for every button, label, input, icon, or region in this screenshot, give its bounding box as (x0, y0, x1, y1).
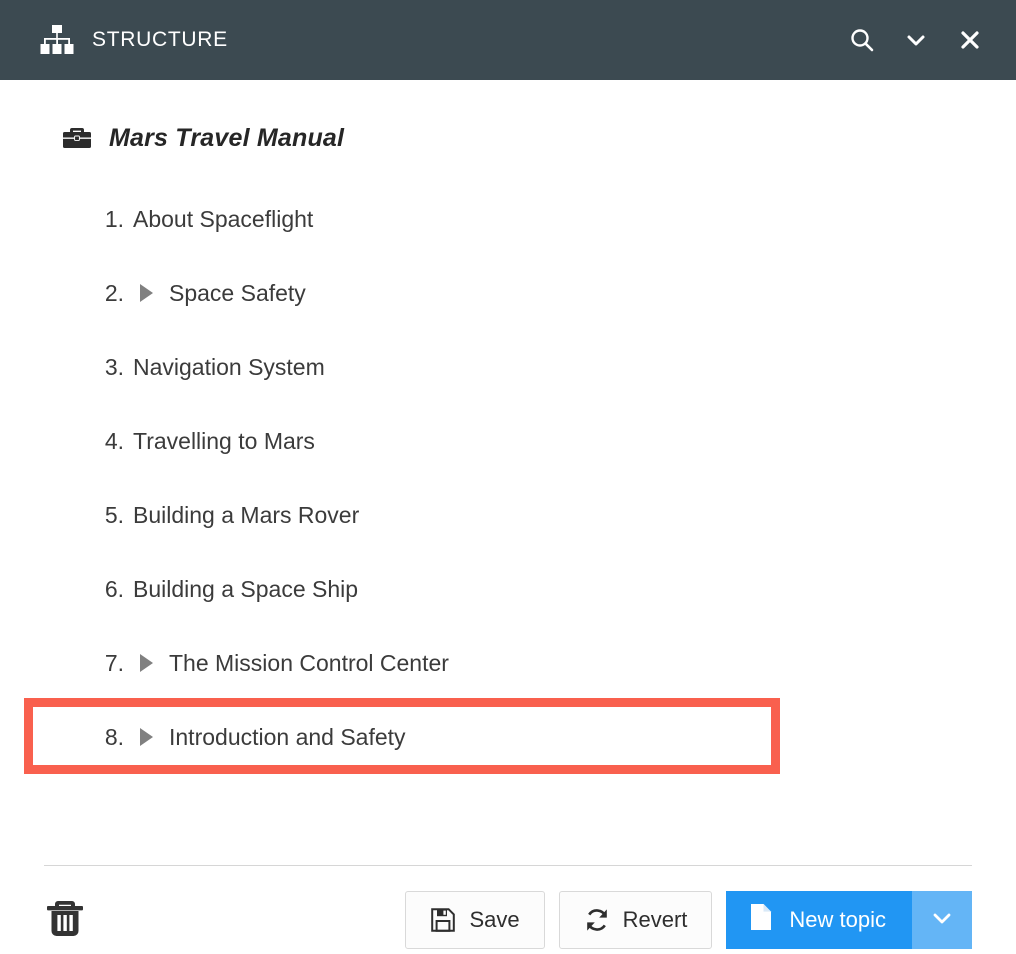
new-topic-button[interactable]: New topic (726, 891, 912, 949)
new-topic-group: New topic (726, 891, 972, 949)
structure-panel: Mars Travel Manual 1. About Spaceflight … (0, 80, 1016, 774)
topic-number: 8. (92, 724, 124, 751)
topic-label: Travelling to Mars (133, 428, 315, 455)
topic-number: 5. (92, 502, 124, 529)
topic-row-3[interactable]: 3. Navigation System (0, 330, 1016, 404)
floppy-disk-icon (430, 907, 456, 933)
refresh-icon (584, 907, 610, 933)
topic-row-4[interactable]: 4. Travelling to Mars (0, 404, 1016, 478)
topic-row-1[interactable]: 1. About Spaceflight (0, 182, 1016, 256)
topic-number: 4. (92, 428, 124, 455)
revert-button[interactable]: Revert (559, 891, 713, 949)
bottom-toolbar: Save Revert (0, 886, 1016, 954)
document-title-row: Mars Travel Manual (0, 80, 1016, 160)
topic-label: Space Safety (169, 280, 306, 307)
header-brand: STRUCTURE (40, 25, 228, 55)
topic-number: 1. (92, 206, 124, 233)
topic-number: 6. (92, 576, 124, 603)
new-topic-dropdown-button[interactable] (912, 891, 972, 949)
topic-row-2[interactable]: 2. Space Safety (0, 256, 1016, 330)
topic-label: Introduction and Safety (169, 724, 406, 751)
expand-triangle-icon[interactable] (132, 728, 160, 746)
topic-row-5[interactable]: 5. Building a Mars Rover (0, 478, 1016, 552)
topic-number: 7. (92, 650, 124, 677)
topic-label: Building a Mars Rover (133, 502, 359, 529)
toolbar-divider (44, 865, 972, 866)
toolbar-actions: Save Revert (405, 891, 972, 949)
new-topic-button-label: New topic (789, 907, 886, 933)
save-button[interactable]: Save (405, 891, 544, 949)
expand-triangle-icon[interactable] (132, 284, 160, 302)
page-title: Mars Travel Manual (109, 124, 344, 153)
topic-row-8[interactable]: 8. Introduction and Safety (0, 700, 1016, 774)
briefcase-icon (62, 125, 92, 151)
app-header: STRUCTURE (0, 0, 1016, 80)
sitemap-icon (40, 25, 74, 55)
topic-list: 1. About Spaceflight 2. Space Safety 3. … (0, 182, 1016, 774)
topic-row-7-selected[interactable]: 7. The Mission Control Center (0, 626, 1016, 700)
close-icon[interactable] (954, 24, 986, 56)
topic-number: 3. (92, 354, 124, 381)
save-button-label: Save (469, 907, 519, 933)
expand-triangle-icon[interactable] (132, 654, 160, 672)
topic-label: The Mission Control Center (169, 650, 449, 677)
topic-label: About Spaceflight (133, 206, 313, 233)
topic-label: Building a Space Ship (133, 576, 358, 603)
topic-label: Navigation System (133, 354, 325, 381)
delete-button[interactable] (44, 896, 88, 944)
chevron-down-icon (930, 906, 954, 935)
topic-row-6[interactable]: 6. Building a Space Ship (0, 552, 1016, 626)
header-actions (846, 24, 986, 56)
chevron-down-icon[interactable] (900, 24, 932, 56)
file-icon (748, 902, 774, 938)
topic-number: 2. (92, 280, 124, 307)
search-icon[interactable] (846, 24, 878, 56)
app-title: STRUCTURE (92, 28, 228, 52)
trash-icon (44, 895, 86, 946)
revert-button-label: Revert (623, 907, 688, 933)
